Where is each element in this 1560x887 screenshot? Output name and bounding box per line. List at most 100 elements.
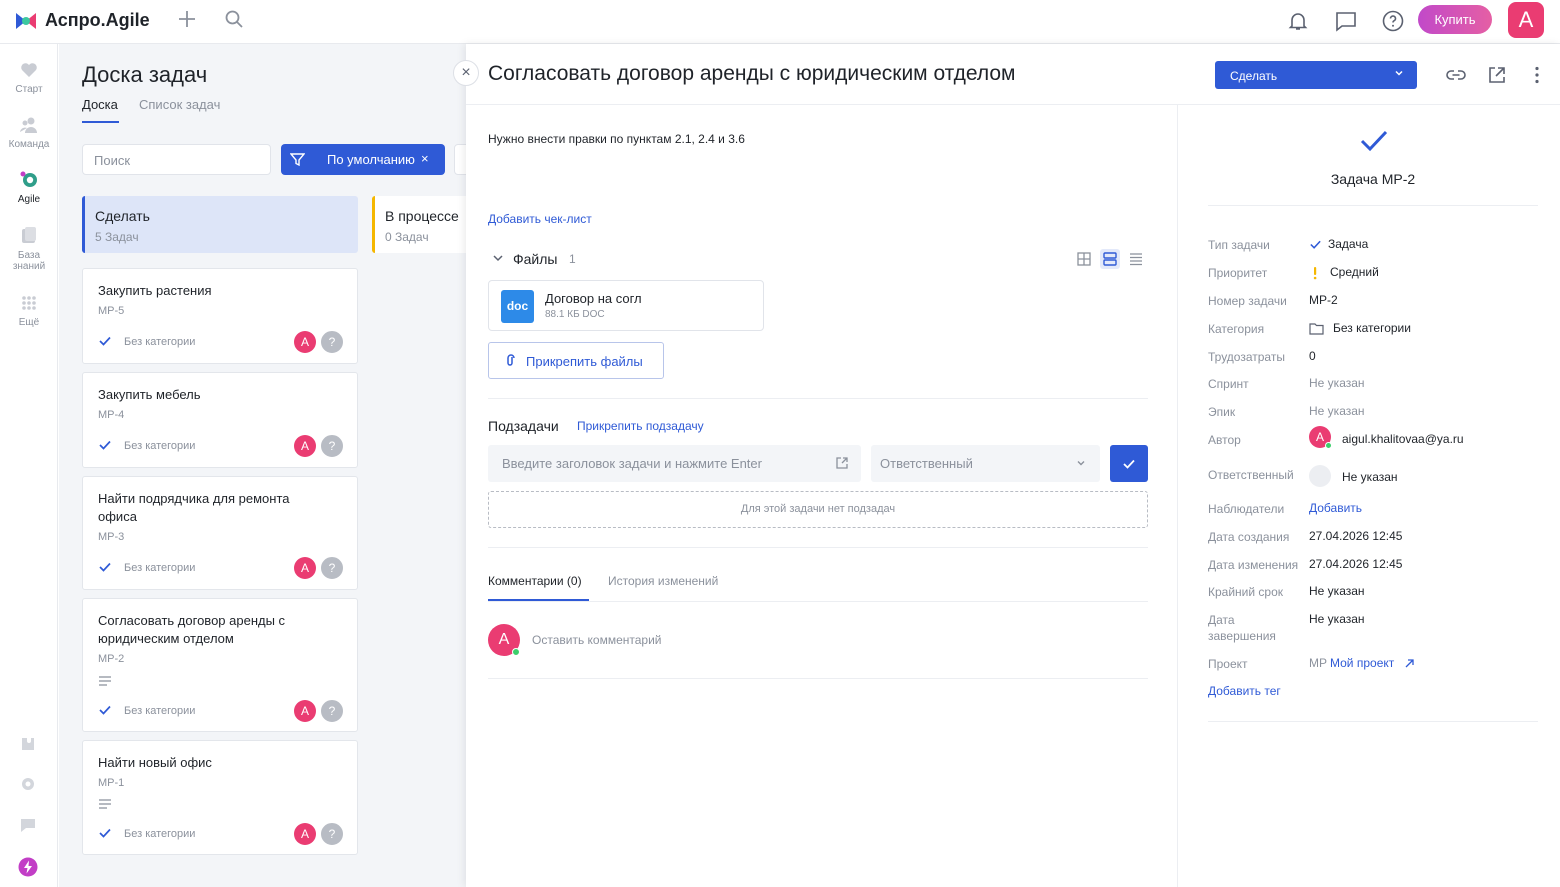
tab-active-indicator [82, 121, 119, 123]
bell-icon[interactable] [1286, 9, 1310, 33]
prop-value: MP-2 [1309, 293, 1338, 307]
unassigned-avatar[interactable]: ? [319, 433, 345, 459]
tab-history[interactable]: История изменений [608, 574, 718, 588]
plus-icon[interactable] [176, 8, 198, 30]
prop-label: Дата изменения [1208, 558, 1299, 572]
task-properties: Задача MP-2 Тип задачи Задача Приоритет … [1178, 105, 1560, 887]
search-icon[interactable] [224, 9, 244, 29]
tab-comments[interactable]: Комментарии (0) [488, 574, 582, 588]
card-title-line: Согласовать договор аренды с [98, 613, 286, 628]
online-status-dot [512, 648, 520, 656]
online-status-dot [1325, 442, 1332, 449]
list-view-icon[interactable] [1126, 249, 1146, 269]
sidebar-item-agile[interactable]: Agile [0, 170, 58, 205]
check-icon[interactable] [1358, 125, 1390, 157]
divider [488, 678, 1148, 679]
attach-subtask-link[interactable]: Прикрепить подзадачу [577, 419, 704, 433]
brand-name[interactable]: Аспро.Agile [45, 10, 150, 31]
leave-comment-input[interactable]: Оставить комментарий [532, 633, 662, 647]
task-card[interactable]: Согласовать договор аренды с юридическим … [82, 598, 358, 732]
close-panel-button[interactable]: × [453, 60, 479, 86]
assignee-avatar[interactable]: А [294, 435, 316, 457]
prop-label: Наблюдатели [1208, 502, 1285, 516]
tab-board[interactable]: Доска [82, 97, 118, 112]
filter-button[interactable]: По умолчанию × [281, 144, 445, 175]
subtask-confirm-button[interactable] [1110, 445, 1148, 482]
puzzle-icon[interactable] [18, 734, 38, 754]
card-category: Без категории [124, 828, 196, 840]
help-icon[interactable] [1381, 9, 1405, 33]
aspro-logo-icon[interactable] [14, 9, 38, 33]
add-checklist-link[interactable]: Добавить чек-лист [488, 212, 592, 226]
agile-icon [20, 171, 37, 187]
card-view-icon[interactable] [1100, 249, 1120, 269]
prop-value: Не указан [1309, 404, 1365, 418]
project-link[interactable]: Мой проект [1330, 656, 1394, 670]
add-tag-link[interactable]: Добавить тег [1208, 684, 1281, 698]
assignee-avatar[interactable]: А [294, 557, 316, 579]
card-category: Без категории [124, 336, 196, 348]
unassigned-avatar[interactable]: ? [319, 698, 345, 724]
unassigned-avatar[interactable]: ? [319, 329, 345, 355]
file-card[interactable]: doc Договор на согл 88.1 КБ DOC [488, 280, 764, 331]
chevron-down-icon [1395, 70, 1403, 76]
unassigned-avatar[interactable]: ? [319, 821, 345, 847]
open-external-icon[interactable] [835, 456, 849, 470]
buy-button[interactable]: Купить [1418, 5, 1492, 34]
sidebar-item-more[interactable]: Ещё [0, 293, 58, 328]
column-todo[interactable]: Сделать 5 Задач [82, 196, 358, 253]
assignee-avatar[interactable]: А [294, 331, 316, 353]
sidebar-item-label: База [17, 250, 41, 261]
sidebar-item-team[interactable]: Команда [0, 115, 58, 150]
support-chat-icon[interactable] [18, 815, 38, 835]
board-search-input[interactable]: Поиск [82, 144, 271, 175]
prop-label: Дата создания [1208, 530, 1290, 544]
subtask-responsible-select[interactable]: Ответственный [871, 445, 1100, 482]
add-watcher-link[interactable]: Добавить [1309, 501, 1362, 515]
status-dropdown[interactable]: Сделать [1215, 61, 1417, 89]
column-in-progress[interactable]: В процессе 0 Задач [372, 196, 466, 253]
task-card[interactable]: Найти подрядчика для ремонта офиса MP-3 Б… [82, 476, 358, 590]
unassigned-avatar[interactable]: ? [319, 555, 345, 581]
link-icon[interactable] [1445, 64, 1467, 86]
attach-files-label: Прикрепить файлы [526, 354, 643, 369]
subtask-title-input[interactable]: Введите заголовок задачи и нажмите Enter [488, 445, 861, 482]
prop-label-line: Дата [1208, 613, 1235, 627]
attach-files-button[interactable]: Прикрепить файлы [488, 342, 664, 379]
sidebar-item-label: знаний [12, 261, 46, 272]
divider [488, 547, 1148, 548]
sidebar-item-label: Ещё [18, 317, 40, 328]
chevron-down-icon[interactable] [492, 252, 504, 264]
settings-icon[interactable] [18, 774, 38, 794]
board-extra-button[interactable] [454, 144, 466, 175]
task-title[interactable]: Согласовать договор аренды с юридическим… [488, 62, 1015, 86]
filter-clear-icon[interactable]: × [421, 151, 429, 166]
divider [488, 601, 1148, 602]
check-icon [1123, 459, 1135, 469]
prop-label: Дата завершения [1208, 612, 1308, 644]
grid-view-icon[interactable] [1074, 249, 1094, 269]
assignee-avatar[interactable]: А [294, 700, 316, 722]
check-icon [99, 336, 111, 346]
chat-icon[interactable] [1334, 9, 1358, 33]
doc-file-icon: doc [501, 290, 534, 323]
task-card[interactable]: Найти новый офис MP-1 Без категории А ? [82, 740, 358, 855]
prop-label: Спринт [1208, 377, 1249, 391]
task-description[interactable]: Нужно внести правки по пунктам 2.1, 2.4 … [488, 132, 745, 146]
more-vertical-icon[interactable] [1526, 64, 1548, 86]
sidebar-item-start[interactable]: Старт [0, 60, 58, 95]
check-icon [99, 440, 111, 450]
task-card[interactable]: Закупить растения MP-5 Без категории А ? [82, 268, 358, 364]
task-card[interactable]: Закупить мебель MP-4 Без категории А ? [82, 372, 358, 468]
team-icon [20, 117, 37, 133]
project-prefix: MP [1309, 656, 1327, 670]
open-external-icon[interactable] [1486, 64, 1508, 86]
card-title-line: Найти подрядчика для ремонта [98, 491, 290, 506]
lightning-icon[interactable] [18, 857, 38, 877]
sidebar-item-knowledge-base[interactable]: База знаний [0, 226, 58, 272]
user-avatar[interactable]: А [1508, 2, 1544, 38]
file-meta: 88.1 КБ DOC [545, 309, 605, 320]
assignee-avatar[interactable]: А [294, 823, 316, 845]
tab-task-list[interactable]: Список задач [139, 97, 220, 112]
status-label: Сделать [1230, 69, 1278, 83]
